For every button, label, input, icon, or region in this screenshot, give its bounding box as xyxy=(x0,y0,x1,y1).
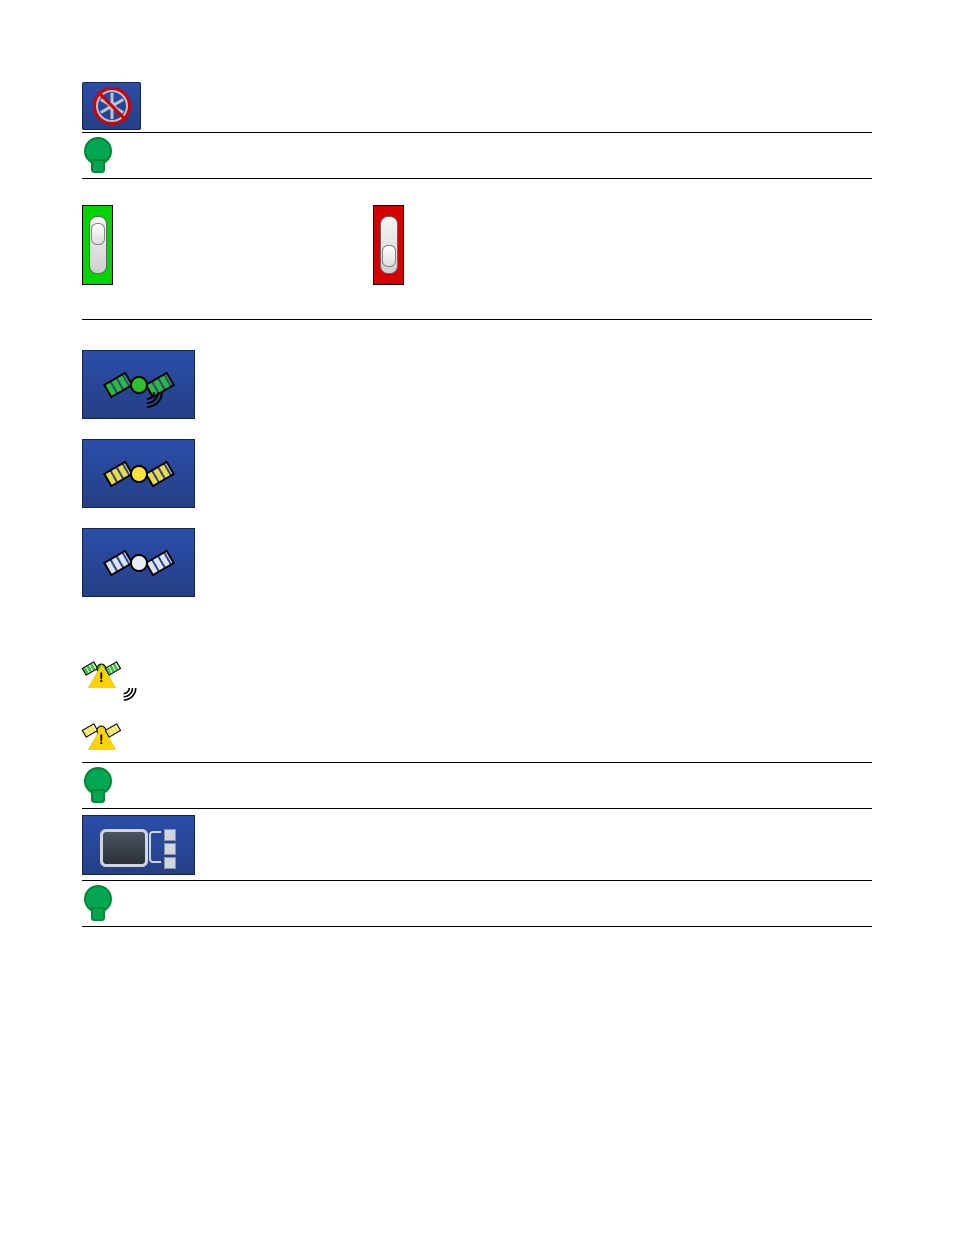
row-gps-warning-signal xyxy=(82,655,872,701)
gps-status-good[interactable] xyxy=(82,350,195,419)
row-autosteer-off xyxy=(82,80,872,133)
gps-status-degraded[interactable] xyxy=(82,439,195,508)
spacer xyxy=(82,599,872,627)
gps-status-nofix[interactable] xyxy=(82,528,195,597)
lightbulb-icon xyxy=(82,885,110,923)
remote-switch-on-icon xyxy=(89,216,107,274)
autosteer-off-icon xyxy=(95,89,129,123)
spacer xyxy=(82,421,872,437)
satellite-warning-icon xyxy=(82,720,126,760)
autosteer-off-button[interactable] xyxy=(82,82,141,130)
device-configuration-icon xyxy=(94,821,184,869)
remote-switch-on[interactable] xyxy=(82,205,113,285)
spacer xyxy=(82,627,872,655)
satellite-good-icon xyxy=(111,366,167,404)
row-device-config xyxy=(82,809,872,881)
row-tip-1 xyxy=(82,133,872,179)
lightbulb-icon xyxy=(82,137,110,175)
row-gps-degraded xyxy=(82,437,872,510)
spacer xyxy=(82,701,872,717)
lightbulb-icon xyxy=(82,767,110,805)
row-remote-switches xyxy=(82,179,872,320)
satellite-degraded-icon xyxy=(111,455,167,493)
satellite-nofix-icon xyxy=(111,544,167,582)
spacer xyxy=(82,510,872,526)
row-tip-3 xyxy=(82,881,872,927)
row-gps-good xyxy=(82,348,872,421)
device-config-button[interactable] xyxy=(82,815,195,875)
remote-switch-off-icon xyxy=(380,216,398,274)
row-gps-warning xyxy=(82,717,872,763)
satellite-warning-signal-icon xyxy=(82,658,126,698)
row-gps-nofix xyxy=(82,526,872,599)
row-tip-2 xyxy=(82,763,872,809)
page xyxy=(0,0,954,967)
spacer xyxy=(82,320,872,348)
remote-switch-off[interactable] xyxy=(373,205,404,285)
